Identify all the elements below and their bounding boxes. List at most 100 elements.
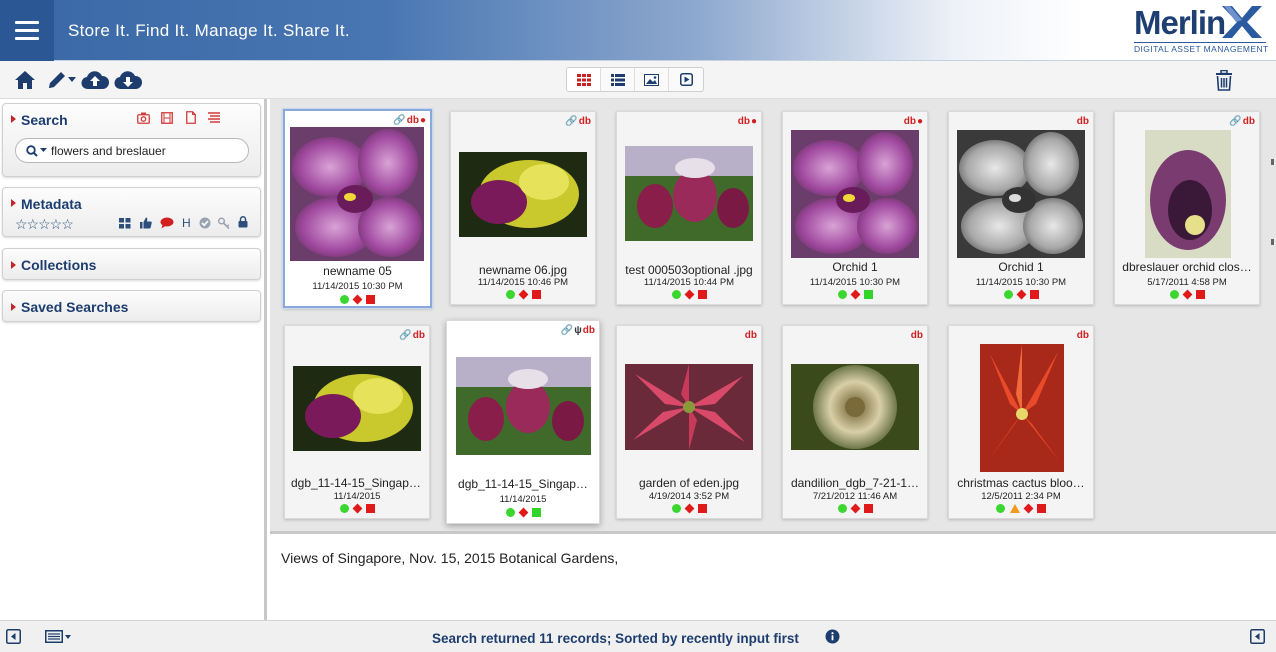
asset-badges: db	[745, 330, 757, 341]
list-icon	[610, 73, 625, 86]
asset-thumbnail	[1145, 130, 1231, 258]
link-icon: 🔗	[393, 115, 406, 126]
search-icon[interactable]	[26, 144, 38, 157]
key-icon[interactable]	[218, 217, 231, 229]
asset-date: 11/14/2015	[499, 494, 547, 505]
check-circle-icon[interactable]	[199, 217, 211, 229]
asset-card[interactable]: db dandilion_dgb_7-21-1… 7/21/2012 11:46…	[782, 325, 928, 519]
asset-name: christmas cactus bloo…	[957, 476, 1085, 490]
status-square	[365, 504, 375, 513]
h-filter[interactable]: H	[182, 216, 191, 230]
edit-menu-button[interactable]	[44, 68, 78, 92]
asset-badges: 🔗 db	[565, 116, 591, 127]
saved-searches-panel[interactable]: Saved Searches	[2, 290, 261, 322]
comment-icon: ●	[916, 116, 923, 127]
camera-icon[interactable]	[137, 112, 150, 124]
film-icon[interactable]	[161, 112, 173, 124]
asset-card[interactable]: db ● test 000503optional .jpg 11/14/2015 …	[616, 111, 762, 305]
collapse-right-button[interactable]	[1250, 629, 1265, 649]
status-dot	[671, 290, 681, 299]
logo-subtitle: DIGITAL ASSET MANAGEMENT	[1134, 42, 1269, 54]
asset-badges: db ●	[738, 116, 757, 127]
cloud-download-icon[interactable]	[114, 68, 142, 92]
status-diamond	[850, 503, 860, 514]
status-dot	[837, 504, 847, 513]
search-field[interactable]	[15, 138, 249, 163]
asset-card[interactable]: db Orchid 1 11/14/2015 10:30 PM	[948, 111, 1094, 305]
asset-name: dgb_11-14-15_Singap…	[458, 477, 588, 491]
link-icon: 🔗	[560, 325, 574, 336]
status-dot	[339, 504, 349, 513]
comment-icon[interactable]	[160, 217, 174, 229]
slideshow-view-button[interactable]	[669, 68, 703, 91]
asset-date: 11/14/2015 10:30 PM	[312, 281, 403, 292]
collapse-right-icon	[1250, 629, 1265, 644]
trash-icon[interactable]	[1214, 68, 1234, 92]
asset-date: 11/14/2015 10:30 PM	[809, 277, 901, 288]
asset-card[interactable]: db garden of eden.jpg 4/19/2014 3:52 PM	[616, 325, 762, 519]
text-icon[interactable]	[208, 112, 220, 123]
results-grid: 🔗 db ● newname 05 11/14/2015 10:30 PM 🔗 db …	[270, 99, 1276, 531]
image-view-button[interactable]	[635, 68, 669, 91]
psi-icon: ψ	[574, 325, 582, 336]
asset-card[interactable]: 🔗 db newname 06.jpg 11/14/2015 10:46 PM	[450, 111, 596, 305]
search-panel: Search	[2, 103, 261, 177]
link-icon: 🔗	[1229, 116, 1242, 127]
status-square	[697, 290, 707, 299]
search-panel-title[interactable]: Search	[21, 112, 68, 128]
asset-name: dandilion_dgb_7-21-1…	[790, 476, 920, 490]
grid-icon[interactable]	[119, 218, 131, 229]
logo-x-icon	[1222, 6, 1262, 38]
asset-badges: 🔗 ψ db	[561, 325, 595, 336]
document-icon[interactable]	[186, 111, 196, 124]
asset-card[interactable]: db christmas cactus bloo… 12/5/2011 2:34…	[948, 325, 1094, 519]
asset-thumbnail	[625, 146, 753, 241]
asset-card[interactable]: 🔗 db ● newname 05 11/14/2015 10:30 PM	[283, 109, 432, 308]
status-square	[531, 508, 541, 517]
asset-card[interactable]: db ● Orchid 1 11/14/2015 10:30 PM	[782, 111, 928, 305]
collapse-left-icon	[6, 629, 21, 644]
status-diamond	[352, 503, 362, 514]
asset-date: 4/19/2014 3:52 PM	[648, 491, 730, 502]
asset-thumbnail	[293, 366, 421, 451]
search-input[interactable]	[51, 143, 241, 158]
asset-card[interactable]: 🔗 db dgb_11-14-15_Singapo… 11/14/2015	[284, 325, 430, 519]
merlinx-logo[interactable]: Merlin DIGITAL ASSET MANAGEMENT	[1132, 4, 1268, 54]
asset-name: Orchid 1	[998, 260, 1044, 274]
chevron-down-icon[interactable]	[40, 148, 47, 153]
asset-status	[451, 289, 595, 300]
list-view-button[interactable]	[601, 68, 635, 91]
home-icon[interactable]	[13, 68, 37, 92]
asset-card[interactable]: 🔗 db dbreslauer orchid clos… 5/17/2011 4:…	[1114, 111, 1260, 305]
grid-view-button[interactable]	[567, 68, 601, 91]
collections-panel-title[interactable]: Collections	[21, 257, 96, 273]
db-badge: db	[1242, 116, 1255, 127]
hamburger-bar	[15, 21, 39, 24]
saved-searches-panel-title[interactable]: Saved Searches	[21, 299, 128, 315]
panel-menu-button[interactable]	[45, 630, 71, 643]
scroll-mark	[1271, 159, 1274, 165]
cloud-upload-icon[interactable]	[81, 68, 109, 92]
asset-card[interactable]: 🔗 ψ db dgb_11-14-15_Singap… 11/14/2015	[446, 320, 600, 524]
status-square	[531, 290, 541, 299]
menu-button[interactable]	[0, 0, 54, 61]
asset-status	[783, 503, 927, 514]
status-dot	[671, 504, 681, 513]
collapse-left-button[interactable]	[6, 629, 21, 649]
asset-name: garden of eden.jpg	[638, 476, 740, 490]
asset-status	[447, 507, 599, 518]
status-square	[863, 504, 873, 513]
status-dot	[505, 508, 515, 517]
lock-icon[interactable]	[238, 216, 248, 228]
thumbs-up-icon[interactable]	[140, 217, 152, 229]
caret-icon	[11, 303, 16, 311]
asset-name: newname 05	[323, 264, 392, 278]
star-rating[interactable]: ☆☆☆☆☆	[15, 216, 74, 233]
status-dot	[505, 290, 515, 299]
view-mode-switch	[566, 67, 704, 92]
status-dot	[996, 504, 1005, 513]
metadata-panel-title[interactable]: Metadata	[21, 196, 82, 212]
list-panel-icon	[45, 630, 63, 643]
info-button[interactable]	[825, 629, 840, 649]
collections-panel[interactable]: Collections	[2, 248, 261, 280]
